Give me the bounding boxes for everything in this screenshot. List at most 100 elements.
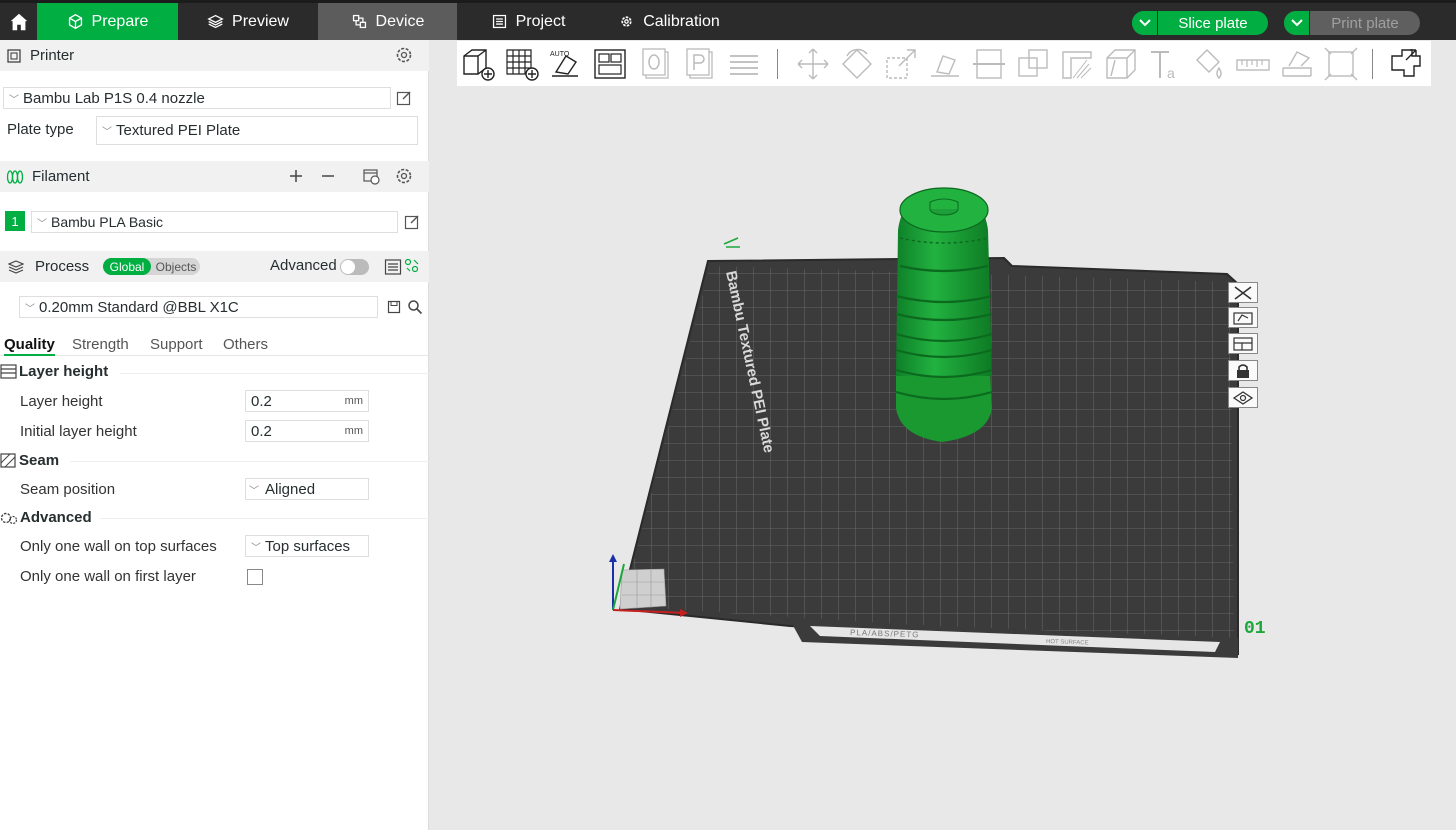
group-layer-height-title: Layer height [19,363,109,380]
lay-on-face-icon [931,55,959,77]
support-paint-icon [1062,51,1092,79]
save-preset-icon[interactable] [387,300,401,314]
plate-name-edit-icon[interactable] [723,237,740,248]
one-wall-top-value: Top surfaces [265,537,351,555]
tab-preview[interactable]: Preview [178,3,318,40]
auto-orient-button[interactable]: AUTO [547,45,585,83]
toolbar-separator [777,49,778,79]
process-preset-select[interactable]: ﹀ 0.20mm Standard @BBL X1C [19,296,378,318]
fit-view-icon [1324,47,1358,81]
scope-global-button[interactable]: Global [103,258,151,275]
support-paint-button[interactable] [1058,45,1096,83]
divider [70,461,429,462]
layer-height-unit: mm [344,395,363,407]
lock-plate-button[interactable] [1228,360,1258,381]
filament-slot-badge[interactable]: 1 [5,211,25,231]
svg-text:a: a [1167,65,1175,81]
text-icon: a [1151,51,1175,81]
plate-settings-button[interactable] [1228,387,1258,408]
close-icon [1234,285,1252,300]
home-button[interactable] [0,3,37,40]
seam-paint-icon [1106,49,1136,79]
delete-plate-button[interactable] [1228,282,1258,303]
slice-dropdown[interactable] [1132,11,1158,35]
rotate-button[interactable] [838,45,876,83]
text-button[interactable]: a [1146,45,1184,83]
object-toolbar: AUTO a [457,41,1431,86]
3d-model[interactable] [895,187,993,442]
slice-plate-button[interactable]: Slice plate [1132,11,1268,35]
add-plate-button[interactable] [503,45,541,83]
lay-on-face-button[interactable] [926,45,964,83]
arrange-button[interactable] [591,45,629,83]
scope-objects-button[interactable]: Objects [153,258,199,275]
letter-p-icon [686,48,713,79]
object-settings-icon[interactable] [404,258,420,274]
divider [100,518,429,519]
grid-plus-icon [506,49,539,81]
assembly-button[interactable] [1278,45,1316,83]
filament-section-header: Filament [0,161,429,192]
remove-filament-minus-icon[interactable] [320,168,336,184]
arrange-plate-button[interactable] [1228,333,1258,354]
print-plate-button[interactable]: Print plate [1284,11,1420,35]
tab-quality[interactable]: Quality [4,336,55,356]
eye-icon [1232,390,1254,405]
filament-settings-gear-icon[interactable] [395,167,413,185]
filament-sync-icon[interactable] [362,167,381,186]
tab-device[interactable]: Device [318,3,457,40]
initial-layer-height-input[interactable]: 0.2 mm [245,420,369,442]
compare-list-icon[interactable] [384,258,402,276]
layer-height-input[interactable]: 0.2 mm [245,390,369,412]
divider [120,373,429,374]
filament-icon [6,169,24,185]
chevron-down-icon: ﹀ [251,542,261,554]
printer-edit-icon[interactable] [396,90,412,106]
split-objects-button[interactable] [1387,45,1425,83]
fit-view-button[interactable] [1322,45,1360,83]
add-object-button[interactable] [459,45,497,83]
filament-select[interactable]: ﹀ Bambu PLA Basic [31,211,398,233]
tab-prepare[interactable]: Prepare [37,3,178,40]
layer-height-label: Layer height [20,393,103,410]
tab-others[interactable]: Others [223,336,268,353]
auto-orient-icon: AUTO [550,51,578,77]
boolean-button[interactable] [1014,45,1052,83]
tab-strength[interactable]: Strength [72,336,129,353]
print-plate-label: Print plate [1331,14,1399,32]
one-wall-top-label: Only one wall on top surfaces [20,538,217,555]
filament-edit-icon[interactable] [404,214,420,230]
move-button[interactable] [794,45,832,83]
add-filament-plus-icon[interactable] [288,168,304,184]
tab-project[interactable]: Project [457,3,599,40]
seam-position-value: Aligned [265,480,316,498]
tab-device-label: Device [375,12,425,30]
tab-calibration[interactable]: Calibration [599,3,739,40]
seam-paint-button[interactable] [1102,45,1140,83]
cut-button[interactable] [970,45,1008,83]
one-wall-top-select[interactable]: ﹀ Top surfaces [245,535,369,557]
scale-button[interactable] [882,45,920,83]
orient-plate-button[interactable] [1228,307,1258,328]
search-icon[interactable] [407,299,423,315]
plate-type-label: Plate type [7,121,74,138]
color-paint-button[interactable] [1190,45,1228,83]
measure-button[interactable] [1234,45,1272,83]
chevron-down-icon: ﹀ [9,94,19,106]
seam-position-select[interactable]: ﹀ Aligned [245,478,369,500]
plate-type-select[interactable]: ﹀ Textured PEI Plate [96,116,418,145]
layers-editing-button[interactable] [725,45,763,83]
print-dropdown[interactable] [1284,11,1310,35]
initial-layer-height-value: 0.2 [251,422,272,440]
3d-viewport[interactable]: Bambu Textured PEI Plate PLA/ABS/PETG HO… [430,86,1456,830]
one-wall-first-checkbox[interactable] [247,569,263,585]
scope-toggle: Global Objects [103,258,200,275]
printer-select[interactable]: ﹀ Bambu Lab P1S 0.4 nozzle [3,87,391,109]
process-preset-name: 0.20mm Standard @BBL X1C [39,298,239,316]
scale-icon [886,49,916,79]
tab-support[interactable]: Support [150,336,203,353]
object-list-button[interactable] [637,45,675,83]
plate-list-button[interactable] [681,45,719,83]
advanced-toggle[interactable] [340,259,369,275]
printer-settings-gear-icon[interactable] [395,46,413,64]
